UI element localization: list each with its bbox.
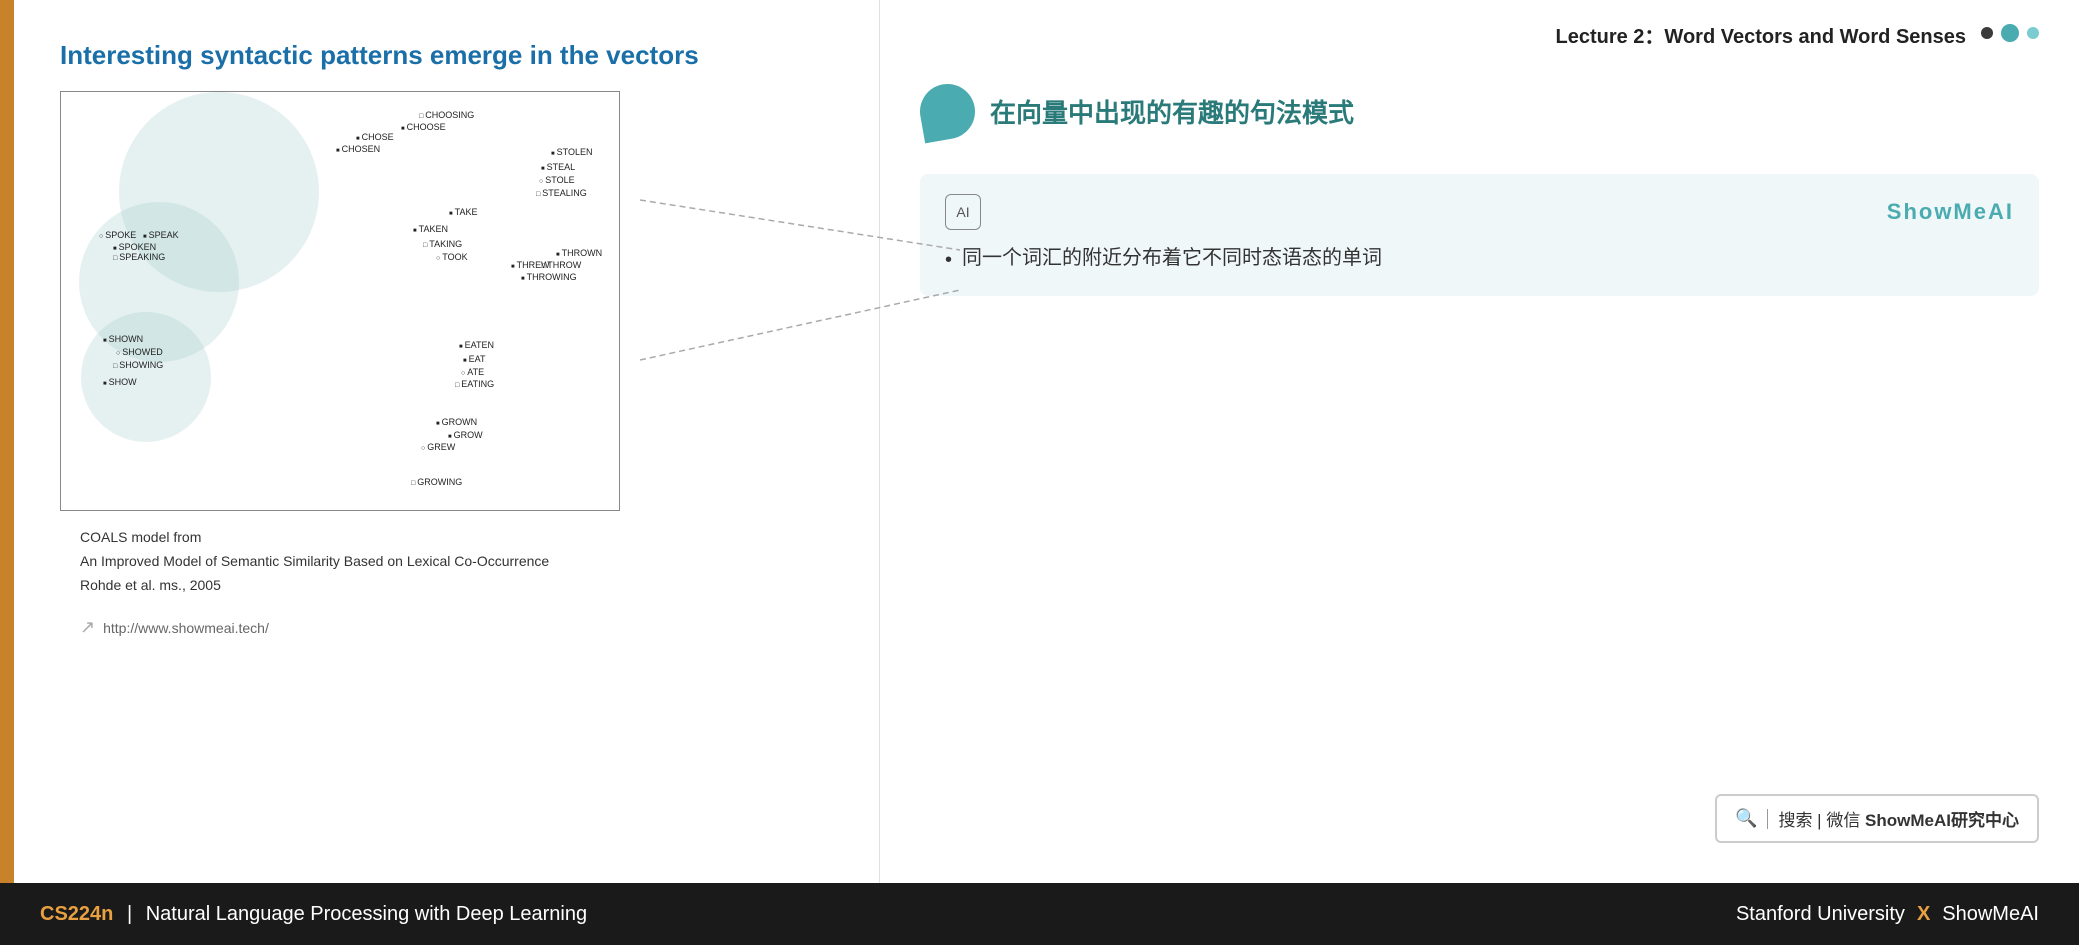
word-showed: SHOWED [116,347,163,357]
word-chart: CHOOSING CHOOSE CHOSE CHOSEN STOLEN STEA… [60,91,620,511]
word-steal: STEAL [541,162,575,172]
word-chosen: CHOSEN [336,144,380,154]
annotation-text: • 同一个词汇的附近分布着它不同时态语态的单词 [945,242,2014,276]
word-eaten: EATEN [459,340,494,350]
bottom-right: Stanford University X ShowMeAI [1736,903,2039,926]
word-taken: TAKEN [413,224,448,234]
search-icon: 🔍 [1735,808,1757,829]
footer-left-text: Natural Language Processing with Deep Le… [146,903,587,925]
word-grown: GROWN [436,417,477,427]
word-chose: CHOSE [356,132,394,142]
lecture-title: Lecture 2：Word Vectors and Word Senses [1556,20,1967,49]
chart-area: CHOOSING CHOOSE CHOSE CHOSEN STOLEN STEA… [60,91,839,853]
right-panel: Lecture 2：Word Vectors and Word Senses 在… [880,0,2079,883]
search-divider [1767,809,1768,829]
word-taking: TAKING [423,239,462,249]
teal-shape-icon [916,80,980,144]
dot-dark [1981,27,1993,39]
word-stolen: STOLEN [551,147,592,157]
word-throw: THROW [541,260,581,270]
word-stealing: STEALING [536,188,587,198]
annotation-header: AI ShowMeAI [945,194,2014,230]
slide-title: Interesting syntactic patterns emerge in… [60,40,839,71]
citation-line2: An Improved Model of Semantic Similarity… [80,550,839,574]
word-take: TAKE [449,207,477,217]
cs224n-brand: CS224n [40,903,113,925]
search-label: 搜索 | 微信 ShowMeAI研究中心 [1778,806,2019,831]
footer-separator: | [127,903,132,925]
word-growing: GROWING [411,477,462,487]
cursor-icon: ↗ [80,617,95,638]
footer-right-brand: ShowMeAI [1942,903,2039,926]
orange-bar [0,0,14,883]
bullet-text: 同一个词汇的附近分布着它不同时态语态的单词 [962,242,1382,274]
bottom-bar: CS224n | Natural Language Processing wit… [0,883,2079,945]
word-spoken: SPOKEN [113,242,156,252]
word-eat: EAT [463,354,485,364]
section-title-cn: 在向量中出现的有趣的句法模式 [990,93,1354,130]
search-box[interactable]: 🔍 搜索 | 微信 ShowMeAI研究中心 [1715,794,2039,843]
word-choose: CHOOSE [401,122,446,132]
word-speak: SPEAK [143,230,179,240]
citation-block: COALS model from An Improved Model of Se… [80,526,839,597]
dot-light-teal [2027,27,2039,39]
word-eating: EATING [455,379,494,389]
bullet-item: • 同一个词汇的附近分布着它不同时态语态的单词 [945,242,2014,276]
word-ate: ATE [461,367,484,377]
citation-line3: Rohde et al. ms., 2005 [80,574,839,598]
word-spoke: SPOKE [99,230,136,240]
dot-teal [2001,24,2019,42]
url-text[interactable]: http://www.showmeai.tech/ [103,620,269,636]
word-took: TOOK [436,252,468,262]
bottom-left: CS224n | Natural Language Processing wit… [40,903,587,926]
circle-show [81,312,211,442]
ai-icon: AI [945,194,981,230]
word-throwing: THROWING [521,272,577,282]
word-thrown: THROWN [556,248,602,258]
citation-line1: COALS model from [80,526,839,550]
word-grew: GREW [421,442,455,452]
word-showing: SHOWING [113,360,163,370]
url-row: ↗ http://www.showmeai.tech/ [80,617,839,638]
showmeai-brand: ShowMeAI [1887,199,2014,225]
section-header: 在向量中出现的有趣的句法模式 [920,84,2039,139]
slide-panel: Interesting syntactic patterns emerge in… [0,0,880,883]
footer-x: X [1917,903,1930,926]
search-box-area[interactable]: 🔍 搜索 | 微信 ShowMeAI研究中心 [1715,794,2039,843]
word-grow: GROW [448,430,483,440]
word-shown: SHOWN [103,334,143,344]
word-speaking: SPEAKING [113,252,165,262]
word-stole: STOLE [539,175,575,185]
bullet-symbol: • [945,244,952,276]
word-choosing: CHOOSING [419,110,474,120]
footer-university: Stanford University [1736,903,1905,926]
word-show: SHOW [103,377,137,387]
dots-row [1981,24,2039,42]
annotation-box: AI ShowMeAI • 同一个词汇的附近分布着它不同时态语态的单词 [920,174,2039,296]
